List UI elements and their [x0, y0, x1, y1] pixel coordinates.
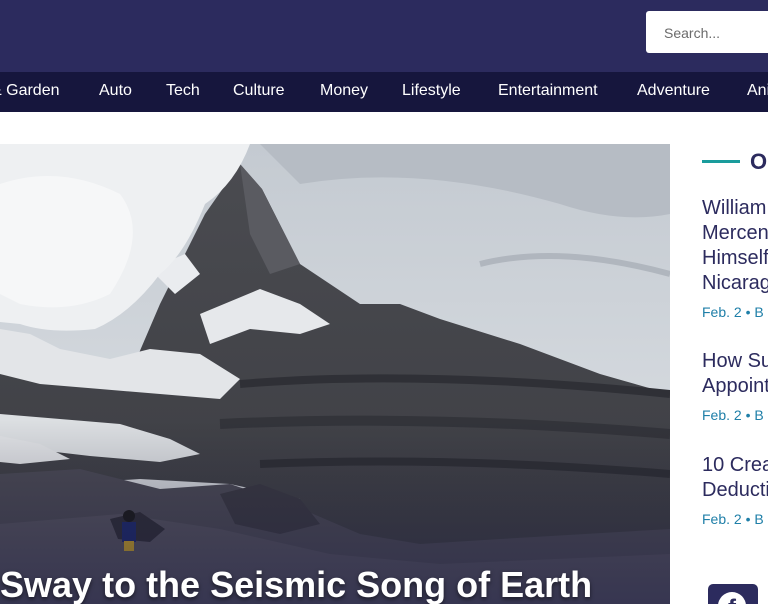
nav-item-auto[interactable]: Auto	[99, 72, 132, 112]
article-date: Feb. 2	[702, 407, 742, 423]
sidebar-article[interactable]: William Mercen Himself Nicarag Feb. 2 • …	[702, 196, 768, 320]
hero-feature[interactable]: s Sway to the Seismic Song of Earth	[0, 144, 670, 604]
article-title-line[interactable]: William	[702, 196, 768, 221]
article-title-line[interactable]: Nicarag	[702, 271, 768, 296]
hero-image[interactable]	[0, 144, 670, 604]
sidebar-article[interactable]: How Su Appoint Feb. 2 • B	[702, 349, 768, 423]
article-title-line[interactable]: Appoint	[702, 374, 768, 399]
article-title-line[interactable]: Himself	[702, 246, 768, 271]
sidebar-heading: O	[750, 149, 768, 174]
article-title-line[interactable]: Mercen	[702, 221, 768, 246]
nav-item-money[interactable]: Money	[320, 72, 368, 112]
search-box[interactable]	[646, 11, 768, 55]
nav-item-adventure[interactable]: Adventure	[637, 72, 710, 112]
nav-item-home-garden[interactable]: & Garden	[0, 72, 59, 112]
article-title-line[interactable]: How Su	[702, 349, 768, 374]
nav-item-lifestyle[interactable]: Lifestyle	[402, 72, 461, 112]
section-accent-line	[702, 160, 740, 163]
article-author[interactable]: • B	[746, 407, 764, 423]
article-title-line[interactable]: 10 Crea	[702, 453, 768, 478]
nav-item-animals[interactable]: Ani	[747, 72, 768, 112]
hero-headline[interactable]: s Sway to the Seismic Song of Earth	[0, 564, 592, 604]
article-meta: Feb. 2 • B	[702, 407, 768, 423]
main-nav: & Garden Auto Tech Culture Money Lifesty…	[0, 72, 768, 112]
article-author[interactable]: • B	[746, 304, 764, 320]
article-meta: Feb. 2 • B	[702, 304, 768, 320]
article-author[interactable]: • B	[746, 511, 764, 527]
site-header	[0, 0, 768, 72]
nav-item-tech[interactable]: Tech	[166, 72, 200, 112]
article-meta: Feb. 2 • B	[702, 511, 768, 527]
sidebar-article[interactable]: 10 Crea Deducti Feb. 2 • B	[702, 453, 768, 527]
nav-item-culture[interactable]: Culture	[233, 72, 285, 112]
article-title-line[interactable]: Deducti	[702, 478, 768, 503]
article-date: Feb. 2	[702, 511, 742, 527]
facebook-button[interactable]: f	[708, 584, 758, 604]
article-date: Feb. 2	[702, 304, 742, 320]
search-input[interactable]	[662, 11, 768, 55]
facebook-icon: f	[718, 592, 746, 604]
nav-item-entertainment[interactable]: Entertainment	[498, 72, 598, 112]
sidebar: O William Mercen Himself Nicarag Feb. 2 …	[702, 144, 768, 604]
